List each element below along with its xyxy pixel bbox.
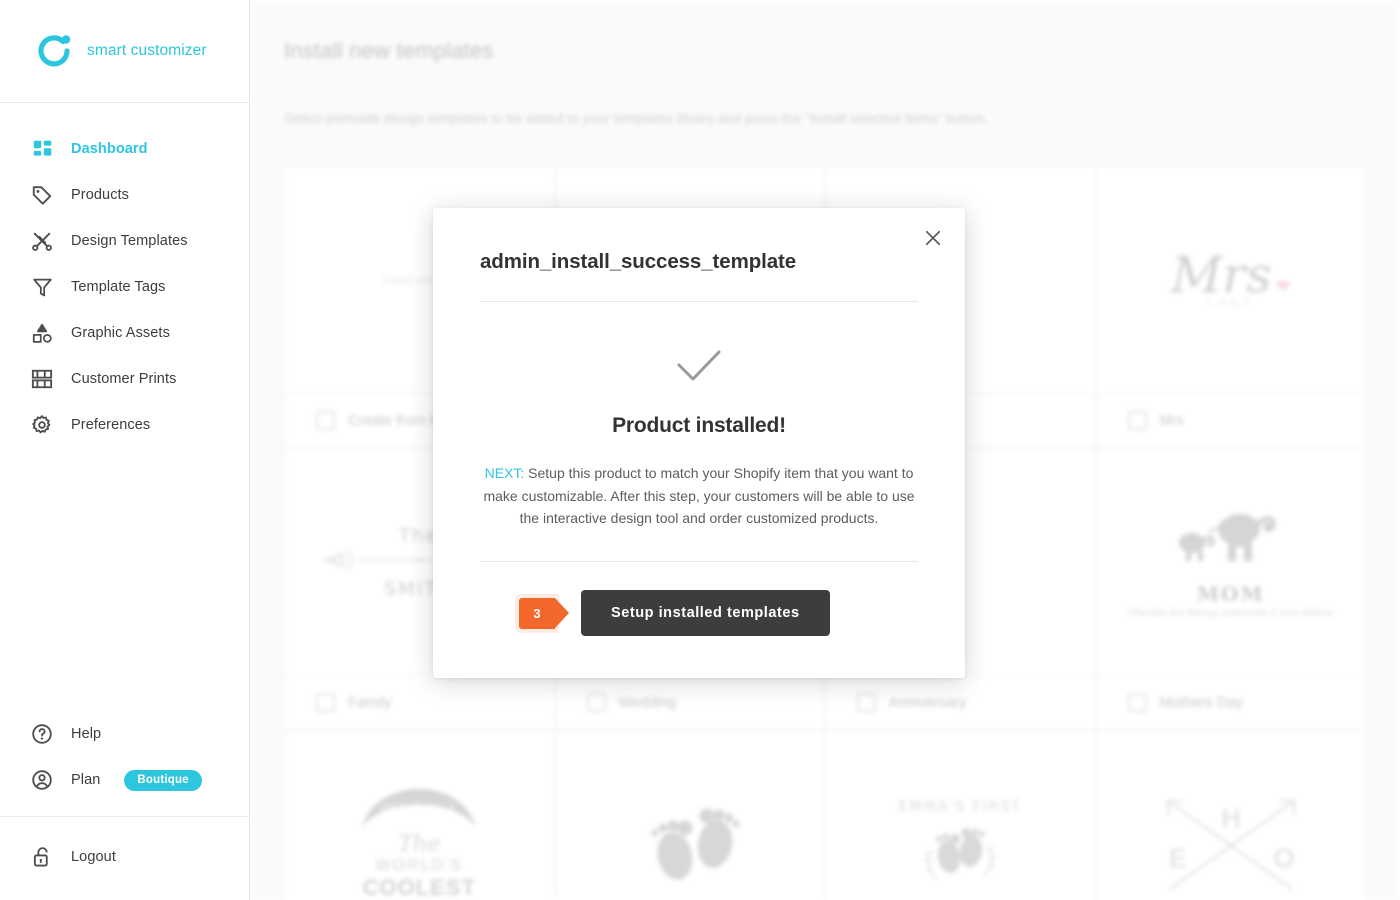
sidebar-item-label: Logout	[71, 849, 116, 865]
template-checkbox[interactable]	[1127, 411, 1147, 430]
thumbnail-subtext-3: COOLEST	[362, 875, 476, 900]
template-name: Wedding	[618, 694, 677, 711]
template-thumbnail	[556, 731, 825, 900]
funnel-filter-icon	[30, 275, 54, 299]
template-name: Anniversary	[889, 694, 967, 711]
sidebar-item-help[interactable]: Help	[0, 711, 249, 757]
sidebar-item-logout[interactable]: Logout	[0, 834, 249, 880]
page-title: Install new templates	[284, 38, 494, 63]
template-thumbnail: MOM Thanks for being someone I can follo…	[1097, 449, 1366, 675]
sidebar-item-customer-prints[interactable]: Customer Prints	[0, 356, 249, 402]
modal-title: admin_install_success_template	[480, 250, 797, 273]
template-thumbnail: Mrs ❤ LAST	[1097, 167, 1366, 393]
brand-header[interactable]: smart customizer	[0, 0, 249, 103]
logout-section: Logout	[0, 817, 249, 900]
sidebar-item-label: Help	[71, 726, 102, 742]
brand-name: smart customizer	[87, 42, 207, 59]
sidebar: smart customizer Dashboard Products Desi…	[0, 0, 250, 900]
page-subtitle: Select premade design templates to be ad…	[284, 111, 989, 126]
sidebar-item-dashboard[interactable]: Dashboard	[0, 126, 249, 172]
template-footer: Anniversary	[826, 675, 1095, 729]
template-card[interactable]: Baby Feet	[554, 730, 825, 900]
sidebar-item-label: Customer Prints	[71, 371, 177, 387]
plan-badge: Boutique	[124, 769, 202, 791]
svg-text:OFFICIALLY: OFFICIALLY	[381, 802, 457, 814]
template-name: Mrs	[1159, 412, 1184, 429]
sidebar-bottom-nav: Help Plan Boutique Logout	[0, 711, 249, 900]
sidebar-item-design-templates[interactable]: Design Templates	[0, 218, 249, 264]
sidebar-item-label: Dashboard	[71, 141, 148, 157]
crossed-arrows-xoxo-icon: H E O	[1166, 800, 1295, 890]
sidebar-item-label: Products	[71, 187, 130, 203]
checkmark-icon	[480, 349, 918, 383]
gear-icon	[30, 413, 54, 437]
unlock-icon	[30, 845, 54, 869]
sidebar-item-label: Plan	[71, 772, 101, 788]
template-thumbnail: H E O	[1097, 731, 1366, 900]
sidebar-item-label: Preferences	[71, 417, 151, 433]
sidebar-item-label: Template Tags	[71, 279, 166, 295]
svg-text:E: E	[1169, 843, 1186, 873]
question-circle-icon	[30, 722, 54, 746]
template-thumbnail: OFFICIALLY The WORLD'S COOLEST	[285, 731, 554, 900]
sidebar-item-preferences[interactable]: Preferences	[0, 402, 249, 448]
prints-stack-icon	[30, 367, 54, 391]
template-card[interactable]: H E O XOHE	[1095, 730, 1366, 900]
smart-customizer-logo-icon	[33, 30, 75, 72]
template-name: Mothers Day	[1159, 694, 1243, 711]
next-keyword: NEXT:	[484, 465, 525, 481]
app-root: smart customizer Dashboard Products Desi…	[0, 0, 1400, 900]
template-footer: Family	[285, 675, 554, 729]
setup-installed-templates-button[interactable]: Setup installed templates	[581, 590, 830, 637]
thumbnail-subtext: The	[398, 832, 441, 857]
elephants-graphic-icon	[1178, 513, 1276, 561]
shapes-icon	[30, 321, 54, 345]
scissors-brush-icon	[30, 229, 54, 253]
modal-body-text: Setup this product to match your Shopify…	[483, 465, 915, 527]
install-success-modal: admin_install_success_template Product i…	[433, 208, 965, 679]
baby-feet-wreath-icon	[924, 827, 997, 880]
template-footer: Mothers Day	[1096, 675, 1365, 729]
template-card[interactable]: Mrs ❤ LAST Mrs	[1095, 166, 1366, 448]
thumbnail-subtext-2: WORLD'S	[375, 857, 463, 874]
modal-headline: Product installed!	[612, 414, 786, 437]
modal-actions: 3 Setup installed templates	[480, 590, 918, 637]
template-checkbox[interactable]	[857, 693, 876, 712]
template-footer: Mrs	[1096, 393, 1365, 447]
sidebar-item-graphic-assets[interactable]: Graphic Assets	[0, 310, 249, 356]
template-checkbox[interactable]	[316, 411, 335, 430]
thumbnail-text: EMMA'S FIRST	[898, 798, 1022, 815]
step-number-badge: 3	[519, 597, 569, 629]
template-card[interactable]: EMMA'S FIRST	[825, 730, 1096, 900]
template-footer: Wedding	[555, 675, 824, 729]
template-card[interactable]: OFFICIALLY The WORLD'S COOLEST Coolest	[284, 730, 555, 900]
template-checkbox[interactable]	[586, 693, 606, 712]
template-name: Family	[348, 694, 392, 711]
sidebar-item-label: Design Templates	[71, 233, 188, 249]
sidebar-item-products[interactable]: Products	[0, 172, 249, 218]
thumbnail-subtext: Thanks for being someone I can follow	[1127, 606, 1334, 619]
tag-icon	[30, 183, 54, 207]
close-icon[interactable]	[919, 224, 947, 252]
template-thumbnail: EMMA'S FIRST	[826, 731, 1095, 900]
sidebar-nav: Dashboard Products Design Templates Temp…	[0, 103, 249, 448]
svg-text:O: O	[1274, 843, 1294, 873]
svg-text:H: H	[1221, 803, 1240, 833]
modal-divider-bottom	[480, 561, 918, 563]
thumbnail-text: MOM	[1196, 581, 1265, 606]
sidebar-item-template-tags[interactable]: Template Tags	[0, 264, 249, 310]
heart-icon: ❤	[1276, 277, 1291, 296]
baby-feet-icon	[651, 808, 740, 880]
sidebar-item-plan[interactable]: Plan Boutique	[0, 757, 249, 803]
officially-banner-icon: OFFICIALLY	[362, 789, 477, 827]
user-circle-icon	[30, 768, 54, 792]
template-checkbox[interactable]	[1127, 693, 1147, 712]
modal-body: NEXT: Setup this product to match your S…	[480, 462, 918, 530]
template-checkbox[interactable]	[316, 693, 335, 712]
template-card[interactable]: MOM Thanks for being someone I can follo…	[1095, 448, 1366, 730]
dashboard-grid-icon	[30, 137, 54, 161]
sidebar-item-label: Graphic Assets	[71, 325, 170, 341]
modal-divider-top	[480, 301, 918, 302]
